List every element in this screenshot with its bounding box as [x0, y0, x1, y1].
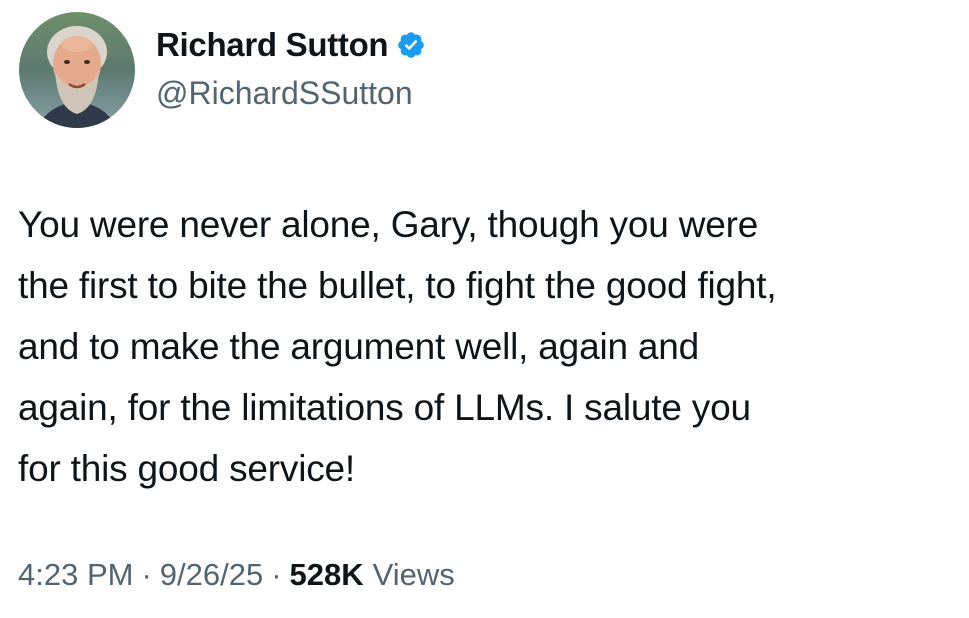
author-name-row[interactable]: Richard Sutton [156, 22, 426, 68]
meta-separator: · [141, 557, 152, 592]
views-count[interactable]: 528K [290, 557, 364, 593]
tweet-text-line: You were never alone, Gary, though you w… [18, 204, 759, 245]
author-handle[interactable]: @RichardSSutton [156, 75, 413, 112]
tweet-text-line: for this good service! [18, 448, 355, 489]
avatar-image [19, 12, 135, 128]
tweet-date[interactable]: 9/26/25 [160, 557, 263, 593]
tweet: Richard Sutton @RichardSSutton You were … [0, 0, 969, 618]
tweet-text-line: again, for the limitations of LLMs. I sa… [18, 387, 751, 428]
author-display-name[interactable]: Richard Sutton [156, 26, 389, 64]
tweet-text: You were never alone, Gary, though you w… [18, 194, 958, 499]
tweet-meta: 4:23 PM · 9/26/25 · 528K Views [18, 557, 455, 593]
verified-badge-icon[interactable] [396, 30, 426, 60]
meta-separator: · [271, 557, 282, 592]
tweet-time[interactable]: 4:23 PM [18, 557, 133, 593]
tweet-text-line: and to make the argument well, again and [18, 326, 700, 367]
avatar[interactable] [19, 12, 135, 128]
views-label[interactable]: Views [373, 557, 455, 593]
tweet-text-line: the first to bite the bullet, to fight t… [18, 265, 777, 306]
